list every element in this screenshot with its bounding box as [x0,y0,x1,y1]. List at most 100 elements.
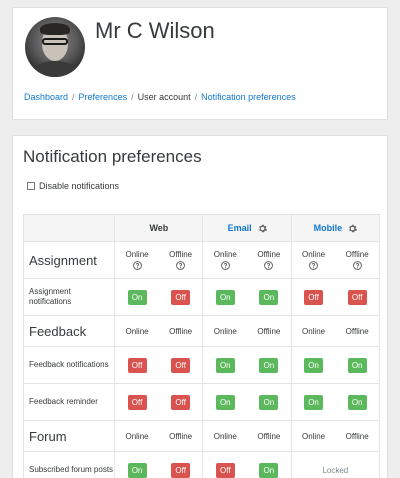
toggle-on-button[interactable]: On [127,462,147,478]
help-icon[interactable] [132,261,142,270]
toggle-on-button[interactable]: On [215,357,235,373]
disable-notifications-row[interactable]: Disable notifications [27,181,119,191]
processor-web-header: Web [114,214,204,242]
toggle-off-button[interactable]: Off [171,289,191,305]
section-row: Assignment Online Offline Online Offline Onli… [22,241,381,279]
breadcrumb-dashboard[interactable]: Dashboard [24,92,68,102]
toggle-off-button[interactable]: Off [171,357,191,373]
section-row: Feedback Online Offline Online Offline Online… [22,315,381,347]
email-toggles: On On [202,346,292,384]
preference-row: Feedback notifications Off Off On On On On [22,346,381,384]
notification-preferences-card: Notification preferences Disable notific… [12,135,388,478]
toggle-on-button[interactable]: On [215,394,235,410]
toggle-off-button[interactable]: Off [304,289,324,305]
help-icon[interactable] [264,261,274,270]
help-icon[interactable] [220,261,230,270]
email-toggles: On On [202,383,292,421]
online-label: Online [301,326,326,336]
mobile-toggles: On On [290,383,381,421]
offline-label: Offline [345,326,369,336]
toggle-on-button[interactable]: On [215,289,235,305]
web-toggles: On Off [114,451,204,478]
email-gear-icon[interactable] [258,224,267,233]
table-corner [22,214,116,242]
toggle-off-button[interactable]: Off [171,394,191,410]
mobile-toggles: Off Off [290,278,381,316]
mobile-state-headers: Online Offline [290,241,381,279]
preference-row: Feedback reminder Off Off On On On On [22,383,381,421]
mobile-gear-icon[interactable] [348,224,358,233]
toggle-on-button[interactable]: On [259,289,279,305]
section-title: Forum [22,420,116,452]
page-title: Notification preferences [23,147,202,166]
online-label: Online [301,431,326,441]
toggle-on-button[interactable]: On [347,357,367,373]
preference-label: Assignment notifications [22,278,116,316]
toggle-off-button[interactable]: Off [127,394,147,410]
toggle-off-button[interactable]: Off [171,462,191,478]
mobile-state-headers: Online Offline [290,315,381,347]
section-title: Feedback [22,315,116,347]
web-state-headers: Online Offline [114,315,204,347]
offline-label: Offline [169,326,193,336]
toggle-on-button[interactable]: On [304,357,324,373]
email-state-headers: Online Offline [202,315,292,347]
breadcrumb-user-account: User account [137,92,191,102]
preference-row: Assignment notifications On Off On On Off Off [22,278,381,316]
web-state-headers: Online Offline [114,420,204,452]
preferences-body: Assignment Online Offline Online Offline Onli… [22,241,381,478]
help-icon[interactable] [352,261,362,270]
processor-email-header: Email [202,214,292,242]
toggle-off-button[interactable]: Off [347,289,367,305]
online-label: Online [125,431,149,441]
processor-email-label[interactable]: Email [228,223,252,233]
offline-label: Offline [345,431,369,441]
toggle-on-button[interactable]: On [259,394,279,410]
email-toggles: Off On [202,451,292,478]
online-label: Online [125,326,149,336]
web-toggles: Off Off [114,346,204,384]
preference-label: Feedback reminder [22,383,116,421]
online-label: Online [125,250,149,259]
offline-label: Offline [257,431,281,441]
section-title: Assignment [22,241,116,279]
disable-notifications-checkbox[interactable] [27,182,35,190]
preferences-table: Web Email Mobile Assignment Online Offline… [22,214,381,478]
avatar[interactable] [25,17,85,77]
online-label: Online [301,250,326,259]
toggle-on-button[interactable]: On [347,394,367,410]
online-label: Online [213,431,237,441]
breadcrumb-notification-preferences[interactable]: Notification preferences [201,92,296,102]
email-state-headers: Online Offline [202,241,292,279]
offline-label: Offline [169,250,193,259]
toggle-on-button[interactable]: On [127,289,147,305]
section-row: Forum Online Offline Online Offline Online Off… [22,420,381,452]
processor-mobile-header: Mobile [290,214,381,242]
toggle-off-button[interactable]: Off [215,462,235,478]
mobile-toggles: On On [290,346,381,384]
toggle-on-button[interactable]: On [304,394,324,410]
preference-label: Feedback notifications [22,346,116,384]
online-label: Online [213,250,237,259]
offline-label: Offline [257,250,281,259]
toggle-on-button[interactable]: On [259,357,279,373]
help-icon[interactable] [176,261,186,270]
help-icon[interactable] [309,261,318,270]
web-state-headers: Online Offline [114,241,204,279]
breadcrumb-preferences[interactable]: Preferences [79,92,128,102]
email-state-headers: Online Offline [202,420,292,452]
user-header-card: Mr C Wilson Dashboard / Preferences / User a… [12,7,388,120]
toggle-off-button[interactable]: Off [127,357,147,373]
preference-label: Subscribed forum posts [22,451,116,478]
web-toggles: On Off [114,278,204,316]
locked-label: Locked [322,465,349,475]
processor-mobile-label[interactable]: Mobile [314,223,343,233]
web-toggles: Off Off [114,383,204,421]
mobile-locked: Locked [290,451,381,478]
breadcrumb: Dashboard / Preferences / User account / Notif… [24,92,296,102]
toggle-on-button[interactable]: On [259,462,279,478]
mobile-state-headers: Online Offline [290,420,381,452]
user-name: Mr C Wilson [95,18,215,43]
offline-label: Offline [257,326,281,336]
offline-label: Offline [345,250,369,259]
